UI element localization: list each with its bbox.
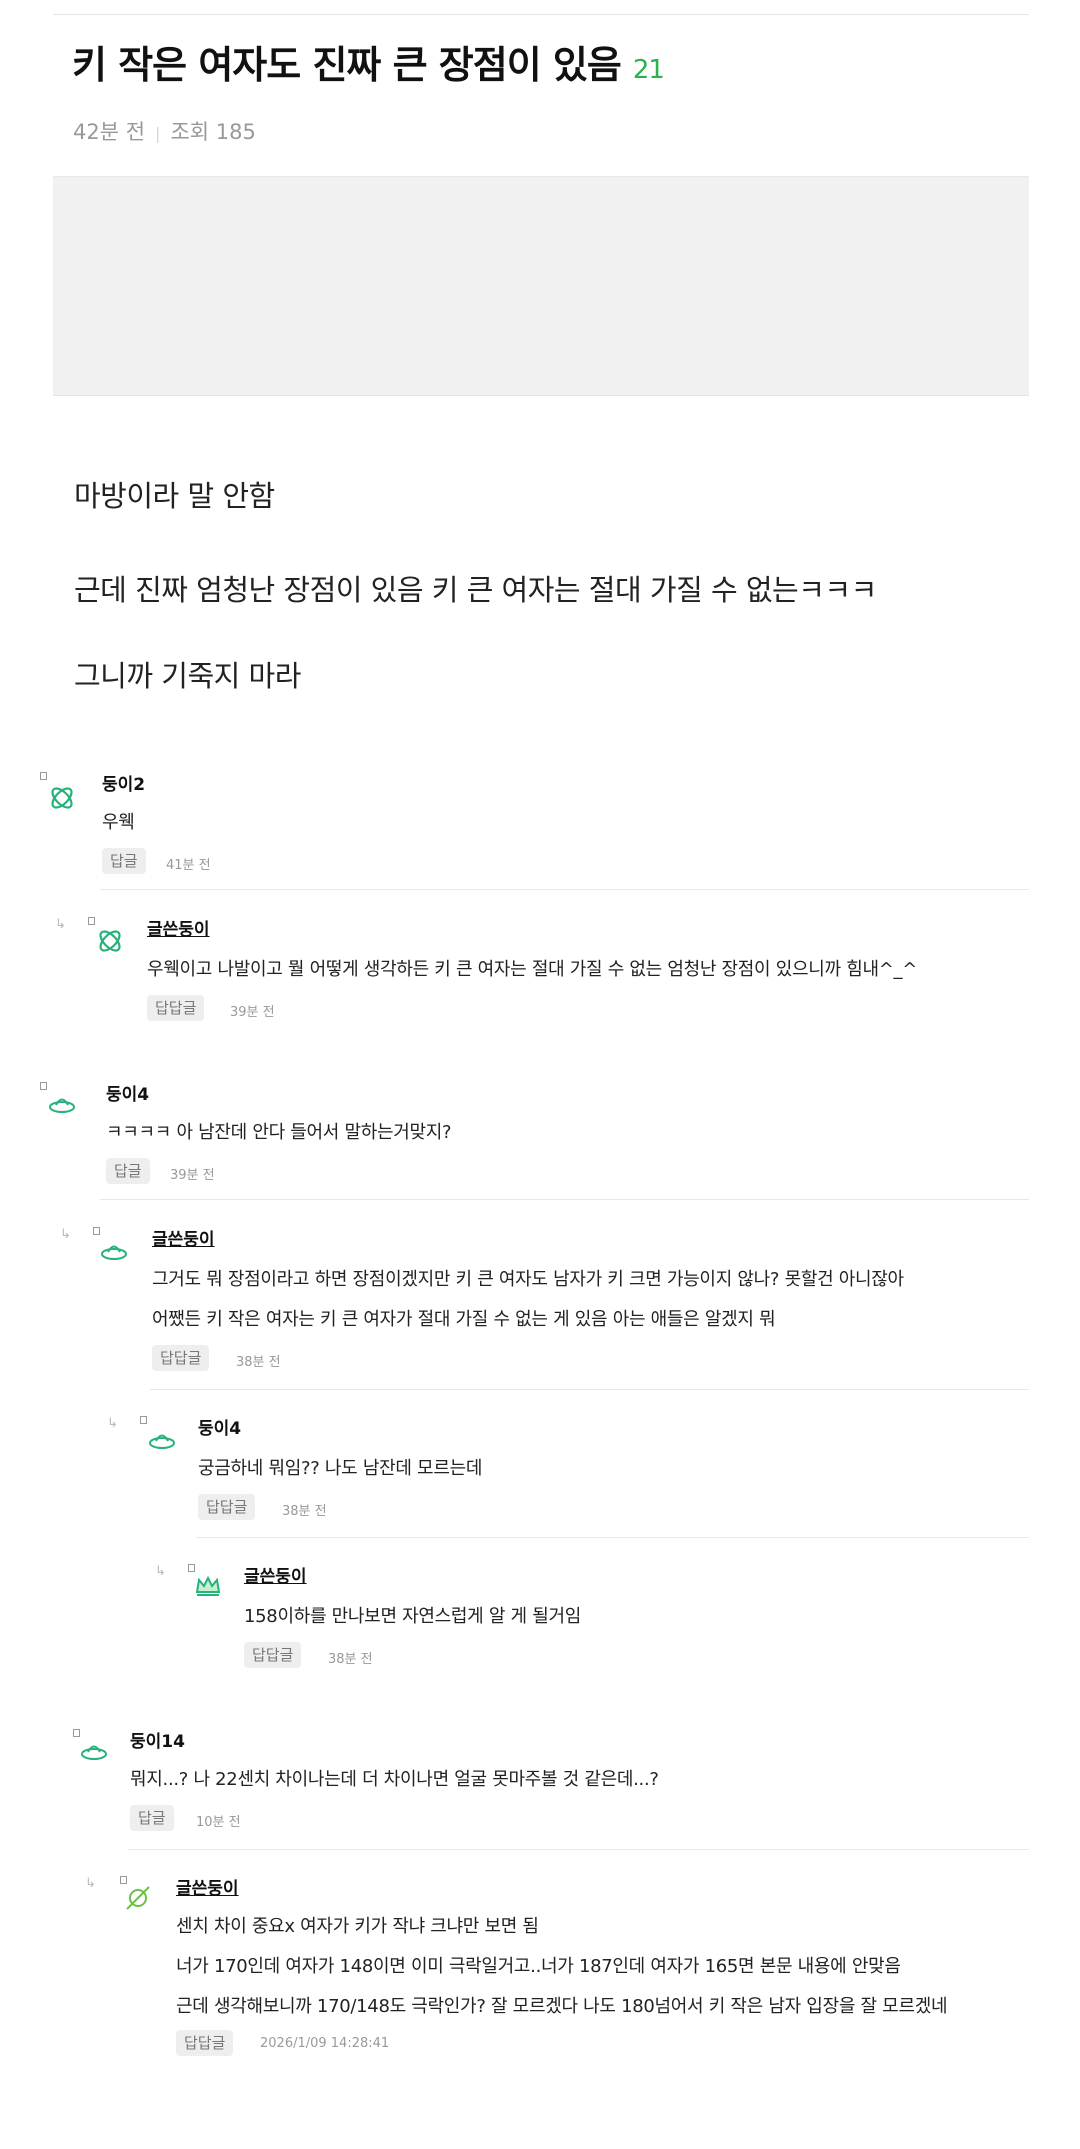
comment-text: 센치 차이 중요x 여자가 키가 작냐 크냐만 보면 됨 [176, 1916, 539, 1937]
commenter-name[interactable]: 글쓴둥이 [244, 1562, 307, 1587]
comment-text: 너가 170인데 여자가 148이면 이미 극락일거고..너가 187인데 여자… [176, 1956, 901, 1977]
comment-2: ↳ 글쓴둥이 우웩이고 나발이고 뭘 어떻게 생각하든 키 큰 여자는 절대 가… [0, 915, 1080, 1021]
checkbox-icon [140, 1416, 147, 1424]
body-line-2: 근데 진짜 엄청난 장점이 있음 키 큰 여자는 절대 가질 수 없는ㅋㅋㅋ [74, 573, 877, 607]
comment-time: 39분 전 [170, 1168, 215, 1183]
meta-separator: | [155, 124, 161, 143]
reply-arrow-icon: ↳ [60, 1227, 71, 1242]
checkbox-icon [188, 1564, 195, 1572]
comment-divider [150, 1389, 1029, 1390]
comment-divider [100, 1199, 1029, 1200]
comment-count[interactable]: 21 [633, 55, 665, 85]
comment-8: ↳ 글쓴둥이 센치 차이 중요x 여자가 키가 작냐 크냐만 보면 됨 너가 1… [0, 1874, 1080, 2056]
comment-text: 158이하를 만나보면 자연스럽게 알 게 될거임 [244, 1606, 581, 1627]
commenter-name[interactable]: 둥이4 [198, 1414, 241, 1439]
atom-icon [99, 930, 121, 952]
comment-text: 궁금하네 뭐임?? 나도 남잔데 모르는데 [198, 1458, 483, 1479]
comment-time: 2026/1/09 14:28:41 [260, 2036, 390, 2051]
post-meta: 42분 전 | 조회 185 [73, 116, 256, 146]
comment-time: 41분 전 [166, 858, 211, 873]
reply-button[interactable]: 답답글 [198, 1494, 256, 1520]
comment-6: ↳ 글쓴둥이 158이하를 만나보면 자연스럽게 알 게 될거임 답답글 38분… [0, 1562, 1080, 1668]
planet-icon [126, 1886, 150, 1910]
post-title: 키 작은 여자도 진짜 큰 장점이 있음 21 [72, 34, 665, 89]
checkbox-icon [40, 1082, 47, 1090]
checkbox-icon [88, 917, 95, 925]
comment-4: ↳ 글쓴둥이 그거도 뭐 장점이라고 하면 장점이겠지만 키 큰 여자도 남자가… [0, 1225, 1080, 1375]
comment-7: 둥이14 뭐지...? 나 22센치 차이나는데 더 차이나면 얼굴 못마주볼 … [0, 1727, 1080, 1831]
commenter-name[interactable]: 글쓴둥이 [176, 1874, 239, 1899]
checkbox-icon [40, 772, 47, 780]
reply-button[interactable]: 답글 [106, 1158, 150, 1184]
ufo-icon [81, 1745, 107, 1760]
body-line-3: 그니까 기죽지 마라 [74, 659, 301, 693]
crown-icon [195, 1575, 221, 1596]
comment-5: ↳ 둥이4 궁금하네 뭐임?? 나도 남잔데 모르는데 답답글 38분 전 [0, 1414, 1080, 1520]
comment-text: 뭐지...? 나 22센치 차이나는데 더 차이나면 얼굴 못마주볼 것 같은데… [130, 1769, 659, 1790]
commenter-name[interactable]: 글쓴둥이 [147, 915, 210, 940]
comment-text: ㅋㅋㅋㅋ 아 남잔데 안다 들어서 말하는거맞지? [106, 1122, 452, 1143]
commenter-name[interactable]: 글쓴둥이 [152, 1225, 215, 1250]
reply-arrow-icon: ↳ [55, 917, 66, 932]
comment-3: 둥이4 ㅋㅋㅋㅋ 아 남잔데 안다 들어서 말하는거맞지? 답글 39분 전 [0, 1080, 1080, 1184]
comment-time: 39분 전 [230, 1005, 275, 1020]
commenter-name[interactable]: 둥이14 [130, 1727, 185, 1752]
post-title-text: 키 작은 여자도 진짜 큰 장점이 있음 [72, 43, 622, 87]
atom-icon [51, 787, 73, 809]
checkbox-icon [120, 1876, 127, 1884]
reply-button[interactable]: 답답글 [152, 1345, 210, 1371]
reply-button[interactable]: 답글 [102, 848, 146, 874]
comment-1: 둥이2 우웩 답글 41분 전 [0, 770, 1080, 874]
comment-text: 우웩 [102, 812, 135, 833]
checkbox-icon [73, 1729, 80, 1737]
ufo-icon [101, 1245, 127, 1260]
reply-button[interactable]: 답답글 [176, 2030, 234, 2056]
comment-text: 근데 생각해보니까 170/148도 극락인가? 잘 모르겠다 나도 180넘어… [176, 1996, 948, 2017]
ufo-icon [149, 1434, 175, 1449]
ufo-icon [49, 1098, 75, 1113]
ad-placeholder [53, 176, 1029, 396]
reply-button[interactable]: 답답글 [244, 1642, 302, 1668]
comment-divider [128, 1849, 1029, 1850]
comment-divider [100, 889, 1029, 890]
top-divider [53, 14, 1029, 15]
comment-text: 그거도 뭐 장점이라고 하면 장점이겠지만 키 큰 여자도 남자가 키 크면 가… [152, 1269, 904, 1290]
body-line-1: 마방이라 말 안함 [74, 479, 275, 513]
checkbox-icon [93, 1227, 100, 1235]
comment-text: 우웩이고 나발이고 뭘 어떻게 생각하든 키 큰 여자는 절대 가질 수 없는 … [147, 959, 917, 980]
comment-divider [196, 1537, 1029, 1538]
comment-time: 10분 전 [196, 1815, 241, 1830]
comment-text: 어쨌든 키 작은 여자는 키 큰 여자가 절대 가질 수 없는 게 있음 아는 … [152, 1309, 776, 1330]
reply-arrow-icon: ↳ [155, 1564, 166, 1579]
commenter-name[interactable]: 둥이2 [102, 770, 145, 795]
reply-arrow-icon: ↳ [85, 1876, 96, 1891]
comment-time: 38분 전 [282, 1504, 327, 1519]
commenter-name[interactable]: 둥이4 [106, 1080, 149, 1105]
view-count: 조회 185 [170, 120, 256, 144]
reply-arrow-icon: ↳ [107, 1416, 118, 1431]
reply-button[interactable]: 답답글 [147, 995, 205, 1021]
comment-time: 38분 전 [328, 1652, 373, 1667]
reply-button[interactable]: 답글 [130, 1805, 174, 1831]
comment-time: 38분 전 [236, 1355, 281, 1370]
post-time: 42분 전 [73, 120, 146, 144]
